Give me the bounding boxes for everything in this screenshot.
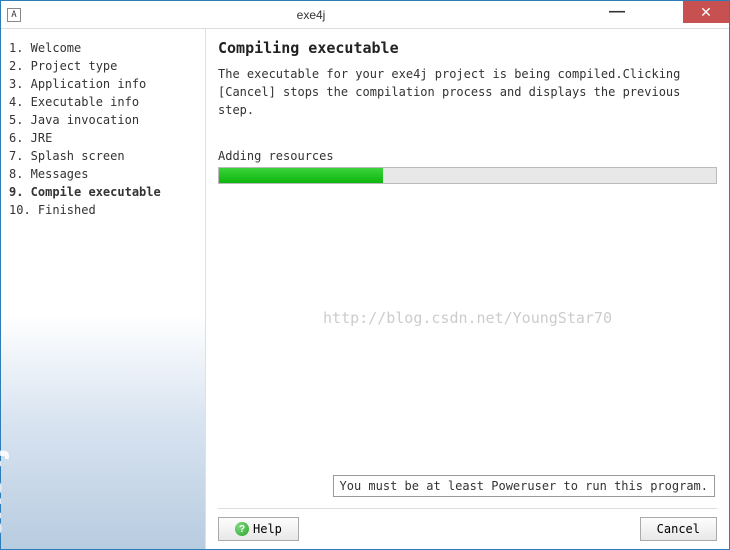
window-title: exe4j [27, 8, 595, 22]
main-panel: Compiling executable The executable for … [206, 29, 729, 549]
watermark-text: http://blog.csdn.net/YoungStar70 [323, 309, 612, 327]
page-title: Compiling executable [218, 39, 717, 57]
step-splash-screen: 7. Splash screen [9, 147, 197, 165]
progress-fill [219, 168, 383, 183]
wizard-sidebar: 1. Welcome 2. Project type 3. Applicatio… [1, 29, 206, 549]
warning-message: You must be at least Poweruser to run th… [333, 475, 715, 497]
minimize-button[interactable]: — [595, 1, 639, 23]
step-compile-executable: 9. Compile executable [9, 183, 197, 201]
step-finished: 10. Finished [9, 201, 197, 219]
progress-bar [218, 167, 717, 184]
help-button[interactable]: ? Help [218, 517, 299, 541]
window-controls: — ✕ [595, 1, 729, 28]
step-messages: 8. Messages [9, 165, 197, 183]
cancel-button-label: Cancel [657, 522, 700, 536]
page-description: The executable for your exe4j project is… [218, 65, 717, 119]
step-welcome: 1. Welcome [9, 39, 197, 57]
step-executable-info: 4. Executable info [9, 93, 197, 111]
step-application-info: 3. Application info [9, 75, 197, 93]
help-icon: ? [235, 522, 249, 536]
app-window: A exe4j — ✕ 1. Welcome 2. Project type 3… [0, 0, 730, 550]
app-icon: A [7, 8, 21, 22]
step-project-type: 2. Project type [9, 57, 197, 75]
step-list: 1. Welcome 2. Project type 3. Applicatio… [9, 39, 197, 219]
progress-label: Adding resources [218, 149, 717, 163]
step-java-invocation: 5. Java invocation [9, 111, 197, 129]
window-body: 1. Welcome 2. Project type 3. Applicatio… [1, 29, 729, 549]
titlebar: A exe4j — ✕ [1, 1, 729, 29]
maximize-button[interactable] [639, 1, 683, 23]
button-bar: ? Help Cancel [218, 508, 717, 541]
close-button[interactable]: ✕ [683, 1, 729, 23]
sidebar-logo: exe4j [0, 449, 11, 539]
step-jre: 6. JRE [9, 129, 197, 147]
cancel-button[interactable]: Cancel [640, 517, 717, 541]
help-button-label: Help [253, 522, 282, 536]
